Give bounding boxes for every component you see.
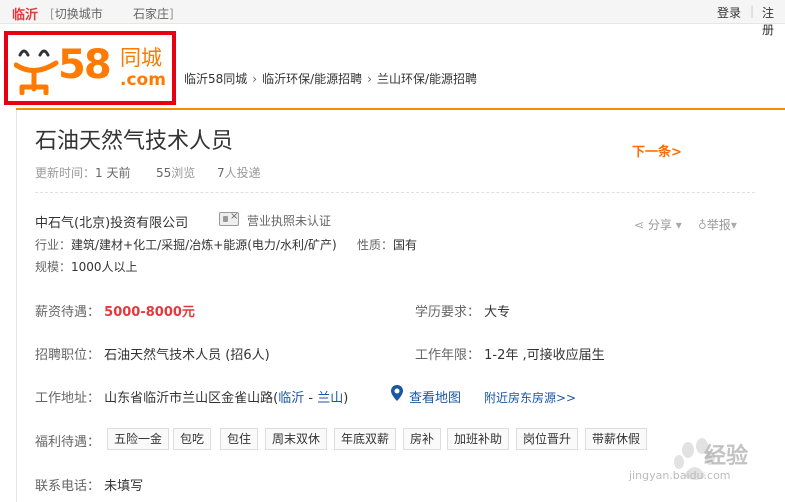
job-meta: 更新时间：1 天前 55浏览 7人投递	[35, 164, 261, 181]
benefit-tag: 加班补助	[447, 428, 510, 450]
alt-city-label[interactable]: 石家庄	[133, 7, 169, 21]
report-pin-icon: ♁	[698, 218, 707, 232]
breadcrumb-item-city[interactable]: 临沂58同城	[184, 72, 247, 86]
benefit-tag: 房补	[403, 428, 442, 450]
education-row: 学历要求： 大专	[415, 301, 510, 320]
benefit-tag: 包吃	[173, 428, 212, 450]
breadcrumb: 临沂58同城 › 临沂环保/能源招聘 › 兰山环保/能源招聘	[184, 70, 477, 87]
license-icon	[219, 211, 239, 226]
license-status: 营业执照未认证	[247, 214, 332, 228]
alt-city-link[interactable]: 石家庄]	[133, 5, 174, 22]
experience-label: 工作年限：	[415, 348, 481, 363]
logo-name: 同城	[120, 46, 162, 70]
industry-value: 建筑/建材+化工/采掘/冶炼+能源(电力/水利/矿产)	[71, 238, 337, 252]
updated-value: 1 天前	[95, 166, 131, 180]
benefit-tag: 周末双休	[265, 428, 328, 450]
site-logo[interactable]: 58 同城 .com	[4, 31, 176, 105]
area-city-link[interactable]: 临沂	[278, 391, 304, 406]
report-label: 举报	[706, 218, 731, 232]
industry-label: 行业：	[35, 238, 72, 252]
views-label: 浏览	[171, 166, 196, 180]
nearby-rentals-label[interactable]: 附近房东房源>>	[484, 391, 576, 405]
switch-city-label[interactable]: 切换城市	[55, 7, 103, 21]
watermark-url: jingyan.baidu.com	[629, 469, 731, 482]
education-value: 大专	[484, 305, 511, 320]
salary-value: 5000-8000元	[104, 305, 195, 320]
company-scale: 规模：1000人以上	[35, 258, 138, 275]
address-label: 工作地址：	[35, 391, 101, 406]
report-button[interactable]: ♁举报▾	[698, 216, 737, 233]
benefit-tag: 年底双薪	[334, 428, 397, 450]
benefit-tag: 岗位晋升	[516, 428, 579, 450]
share-button[interactable]: ⋖ 分享 ▾	[634, 216, 682, 233]
nearby-rentals-link[interactable]: 附近房东房源>>	[484, 389, 576, 406]
top-bar: 临沂 [切换城市 石家庄] 登录 | 注册	[0, 0, 785, 37]
share-icon: ⋖	[634, 218, 645, 232]
area-close: )	[343, 391, 349, 406]
header-divider	[16, 108, 785, 110]
smiley-logo-icon	[14, 49, 59, 95]
view-map-link[interactable]: 查看地图	[409, 387, 461, 406]
company-name[interactable]: 中石气(北京)投资有限公司	[35, 212, 188, 231]
views-count: 55	[156, 166, 172, 180]
salary-row: 薪资待遇： 5000-8000元	[35, 301, 195, 320]
login-link[interactable]: 登录	[717, 4, 741, 21]
company-industry: 行业：建筑/建材+化工/采掘/冶炼+能源(电力/水利/矿产)	[35, 236, 337, 253]
card-border	[16, 110, 17, 502]
logo-domain: .com	[120, 70, 166, 90]
salary-label: 薪资待遇：	[35, 305, 101, 320]
phone-row: 联系电话： 未填写	[35, 475, 143, 494]
breadcrumb-item-category[interactable]: 临沂环保/能源招聘	[262, 72, 362, 86]
nature-label: 性质：	[357, 238, 394, 252]
company-nature: 性质：国有	[357, 236, 417, 253]
register-link[interactable]: 注册	[762, 4, 785, 38]
view-map-label[interactable]: 查看地图	[409, 391, 461, 406]
logo-number: 58	[58, 42, 112, 88]
meta-divider	[35, 192, 755, 193]
applicants-count: 7	[217, 166, 225, 180]
nature-value: 国有	[393, 238, 418, 252]
scale-value: 1000人以上	[71, 260, 138, 274]
position-label: 招聘职位：	[35, 348, 101, 363]
caret-down-icon: ▾	[675, 218, 682, 232]
topbar-separator: |	[750, 4, 755, 18]
experience-row: 工作年限： 1-2年 ,可接收应届生	[415, 344, 605, 363]
phone-value: 未填写	[104, 479, 144, 494]
caret-down-icon: ▾	[730, 218, 737, 232]
current-city[interactable]: 临沂	[12, 4, 38, 23]
chevron-right-icon: ›	[252, 72, 258, 86]
area-district-link[interactable]: 兰山	[317, 391, 343, 406]
area-dash: -	[304, 391, 318, 406]
applicants-label: 人投递	[224, 166, 261, 180]
position-value: 石油天然气技术人员 (招6人)	[104, 348, 270, 363]
education-label: 学历要求：	[415, 305, 481, 320]
switch-city-link[interactable]: [切换城市	[50, 5, 103, 22]
map-pin-icon[interactable]	[390, 385, 404, 401]
experience-value: 1-2年 ,可接收应届生	[484, 348, 605, 363]
phone-label: 联系电话：	[35, 479, 101, 494]
position-row: 招聘职位： 石油天然气技术人员 (招6人)	[35, 344, 270, 363]
watermark-brand: 经验	[704, 444, 749, 469]
address-value: 山东省临沂市兰山区金雀山路	[104, 391, 274, 406]
chevron-right-icon: ›	[367, 72, 372, 86]
benefit-tag: 包住	[220, 428, 259, 450]
job-title: 石油天然气技术人员	[35, 129, 234, 154]
breadcrumb-item-district[interactable]: 兰山环保/能源招聘	[377, 72, 477, 86]
address-row: 工作地址： 山东省临沂市兰山区金雀山路(临沂 - 兰山)	[35, 387, 348, 406]
share-label: 分享	[647, 218, 672, 232]
benefit-tag: 五险一金	[107, 428, 170, 450]
next-listing-link[interactable]: 下一条>	[632, 141, 682, 160]
scale-label: 规模：	[35, 260, 72, 274]
updated-label: 更新时间：	[35, 166, 96, 180]
benefits-label: 福利待遇：	[35, 435, 101, 450]
